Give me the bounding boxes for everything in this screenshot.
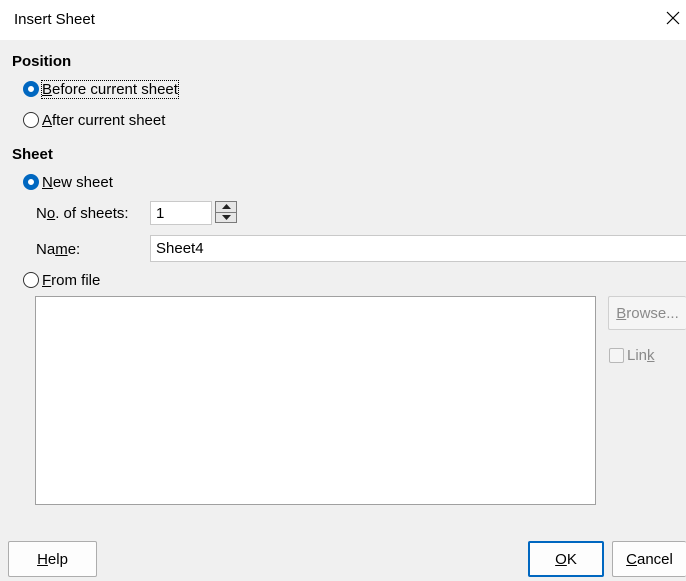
radio-unchecked-icon: [23, 272, 39, 288]
spin-up-button[interactable]: [216, 202, 236, 213]
cancel-button[interactable]: Cancel: [612, 541, 686, 577]
chevron-down-icon: [221, 214, 231, 222]
before-current-sheet-label: Before current sheet: [41, 79, 179, 99]
dialog-title: Insert Sheet: [14, 11, 95, 28]
insert-sheet-dialog: Insert Sheet Position Before current she…: [0, 0, 686, 581]
radio-unchecked-icon: [23, 112, 39, 128]
link-checkbox[interactable]: Link: [609, 347, 655, 364]
radio-checked-icon: [23, 174, 39, 190]
number-of-sheets-field[interactable]: 1: [150, 201, 212, 225]
new-sheet-radio[interactable]: New sheet: [23, 171, 113, 193]
sheet-heading: Sheet: [12, 146, 53, 163]
spin-down-button[interactable]: [216, 213, 236, 223]
link-label: Link: [627, 347, 655, 364]
browse-button[interactable]: Browse...: [608, 296, 686, 330]
dialog-content: Position Before current sheet After curr…: [0, 40, 686, 581]
after-current-sheet-label: After current sheet: [42, 111, 166, 129]
before-current-sheet-radio[interactable]: Before current sheet: [23, 78, 179, 100]
close-button[interactable]: [660, 6, 686, 34]
title-bar: Insert Sheet: [0, 0, 686, 40]
sheet-name-field[interactable]: Sheet4: [150, 235, 686, 262]
checkbox-unchecked-icon: [609, 348, 624, 363]
sheet-name-label: Name:: [36, 241, 81, 258]
radio-checked-icon: [23, 81, 39, 97]
number-of-sheets-stepper[interactable]: [215, 201, 237, 223]
help-button[interactable]: Help: [8, 541, 97, 577]
file-sheets-list[interactable]: [35, 296, 596, 505]
from-file-radio[interactable]: From file: [23, 269, 100, 291]
close-icon: [666, 11, 680, 29]
new-sheet-label: New sheet: [42, 173, 113, 191]
from-file-label: From file: [42, 271, 101, 289]
ok-button[interactable]: OK: [528, 541, 604, 577]
chevron-up-icon: [221, 203, 231, 211]
number-of-sheets-label: No. of sheets:: [36, 205, 129, 222]
position-heading: Position: [12, 53, 72, 70]
after-current-sheet-radio[interactable]: After current sheet: [23, 109, 165, 131]
